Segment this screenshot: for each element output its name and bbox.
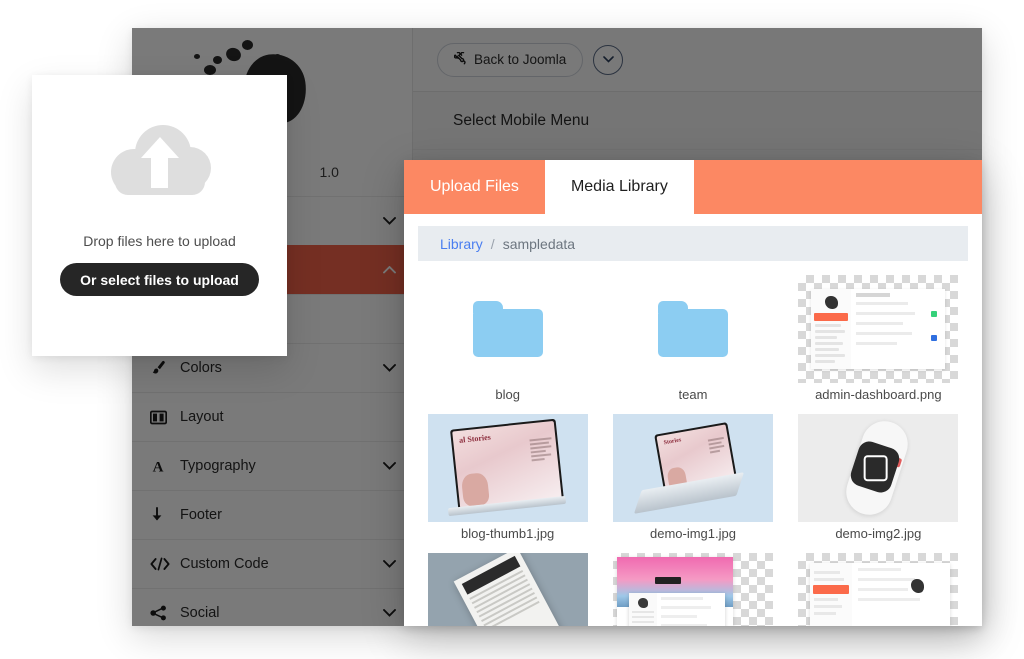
dashboard2-thumb bbox=[810, 563, 951, 626]
thumbnail bbox=[798, 553, 959, 626]
joomla-icon bbox=[453, 51, 467, 67]
thumbnail bbox=[798, 414, 959, 522]
thumbnail bbox=[798, 275, 959, 383]
media-grid: blog team admin-dashboard.png al Stories… bbox=[404, 261, 982, 626]
chevron-down-icon bbox=[383, 217, 396, 225]
chevron-down-icon bbox=[602, 56, 614, 63]
media-item-demo-img1[interactable]: Stories demo-img1.jpg bbox=[603, 414, 782, 553]
media-item-newspaper[interactable] bbox=[418, 553, 597, 626]
sidebar-item-typography[interactable]: A Typography bbox=[132, 441, 412, 490]
tab-media-library[interactable]: Media Library bbox=[544, 160, 694, 214]
thumbnail bbox=[427, 553, 588, 626]
page-title: Select Mobile Menu bbox=[413, 92, 982, 150]
breadcrumb: Library / sampledata bbox=[418, 226, 968, 261]
chevron-down-icon bbox=[383, 560, 396, 568]
newspaper-thumb bbox=[427, 553, 588, 626]
thumbnail bbox=[613, 275, 773, 383]
thumbnail: Stories bbox=[612, 414, 773, 522]
font-a-icon: A bbox=[150, 458, 172, 475]
sidebar-item-custom-code[interactable]: Custom Code bbox=[132, 539, 412, 588]
share-nodes-icon bbox=[150, 605, 172, 621]
sidebar-item-label: Custom Code bbox=[180, 556, 269, 572]
media-item-sunset-page[interactable] bbox=[603, 553, 782, 626]
breadcrumb-wrap: Library / sampledata bbox=[404, 214, 982, 261]
chevron-down-icon bbox=[383, 462, 396, 470]
thumbnail bbox=[428, 275, 588, 383]
breadcrumb-separator: / bbox=[490, 235, 495, 252]
media-item-demo-img2[interactable]: demo-img2.jpg bbox=[789, 414, 968, 553]
chevron-up-icon bbox=[383, 266, 396, 274]
laptop-open-thumb: Stories bbox=[612, 414, 773, 522]
sidebar-item-label: Colors bbox=[180, 360, 222, 376]
brand-version: 1.0 bbox=[319, 164, 339, 180]
select-files-button[interactable]: Or select files to upload bbox=[60, 263, 259, 296]
upload-dropzone-panel[interactable]: Drop files here to upload Or select file… bbox=[32, 75, 287, 356]
sidebar-item-label: Typography bbox=[180, 458, 256, 474]
back-to-joomla-button[interactable]: Back to Joomla bbox=[437, 42, 584, 77]
smartwatch-thumb bbox=[798, 414, 959, 522]
svg-text:A: A bbox=[153, 460, 164, 475]
media-item-folder-team[interactable]: team bbox=[603, 275, 782, 414]
media-item-label: demo-img2.jpg bbox=[835, 526, 922, 541]
admin-dashboard-thumb bbox=[811, 289, 946, 369]
tab-upload-files[interactable]: Upload Files bbox=[404, 160, 545, 214]
breadcrumb-current: sampledata bbox=[502, 235, 576, 252]
columns-icon bbox=[150, 410, 172, 425]
arrow-down-icon bbox=[150, 507, 172, 523]
folder-icon bbox=[657, 301, 728, 357]
cloud-upload-icon bbox=[105, 123, 215, 195]
sidebar-item-social[interactable]: Social bbox=[132, 588, 412, 626]
media-item-label: demo-img1.jpg bbox=[649, 526, 736, 541]
media-item-label: blog-thumb1.jpg bbox=[461, 526, 555, 541]
media-manager-modal: Upload Files Media Library Library / sam… bbox=[404, 160, 982, 626]
media-item-dashboard2[interactable] bbox=[789, 553, 968, 626]
media-modal-tabbar: Upload Files Media Library bbox=[404, 160, 982, 214]
folder-icon bbox=[472, 301, 543, 357]
media-item-label: admin-dashboard.png bbox=[815, 387, 942, 402]
laptop-magazine-thumb: al Stories bbox=[427, 414, 588, 522]
code-icon bbox=[150, 557, 172, 571]
sidebar-item-label: Social bbox=[180, 605, 220, 621]
media-item-label: blog bbox=[495, 387, 520, 402]
admin-topbar: Back to Joomla bbox=[413, 28, 982, 92]
sidebar-item-layout[interactable]: Layout bbox=[132, 392, 412, 441]
back-to-joomla-label: Back to Joomla bbox=[474, 52, 567, 67]
sidebar-item-label: Layout bbox=[180, 409, 224, 425]
sunset-page-thumb bbox=[613, 553, 773, 626]
paint-brush-icon bbox=[150, 360, 172, 376]
thumbnail bbox=[612, 553, 773, 626]
media-item-folder-blog[interactable]: blog bbox=[418, 275, 597, 414]
media-item-blog-thumb1[interactable]: al Stories blog-thumb1.jpg bbox=[418, 414, 597, 553]
thumbnail: al Stories bbox=[427, 414, 588, 522]
screenshot-stage: oid 1.0 bbox=[0, 0, 1024, 659]
chevron-down-icon bbox=[383, 609, 396, 617]
media-item-label: team bbox=[678, 387, 708, 402]
breadcrumb-link-library[interactable]: Library bbox=[440, 236, 483, 252]
sidebar-item-footer[interactable]: Footer bbox=[132, 490, 412, 539]
media-item-admin-dashboard[interactable]: admin-dashboard.png bbox=[789, 275, 968, 414]
sidebar-item-label: Footer bbox=[180, 507, 222, 523]
topbar-dropdown-button[interactable] bbox=[593, 44, 624, 75]
chevron-down-icon bbox=[383, 364, 396, 372]
dropzone-hint-text: Drop files here to upload bbox=[83, 233, 236, 249]
